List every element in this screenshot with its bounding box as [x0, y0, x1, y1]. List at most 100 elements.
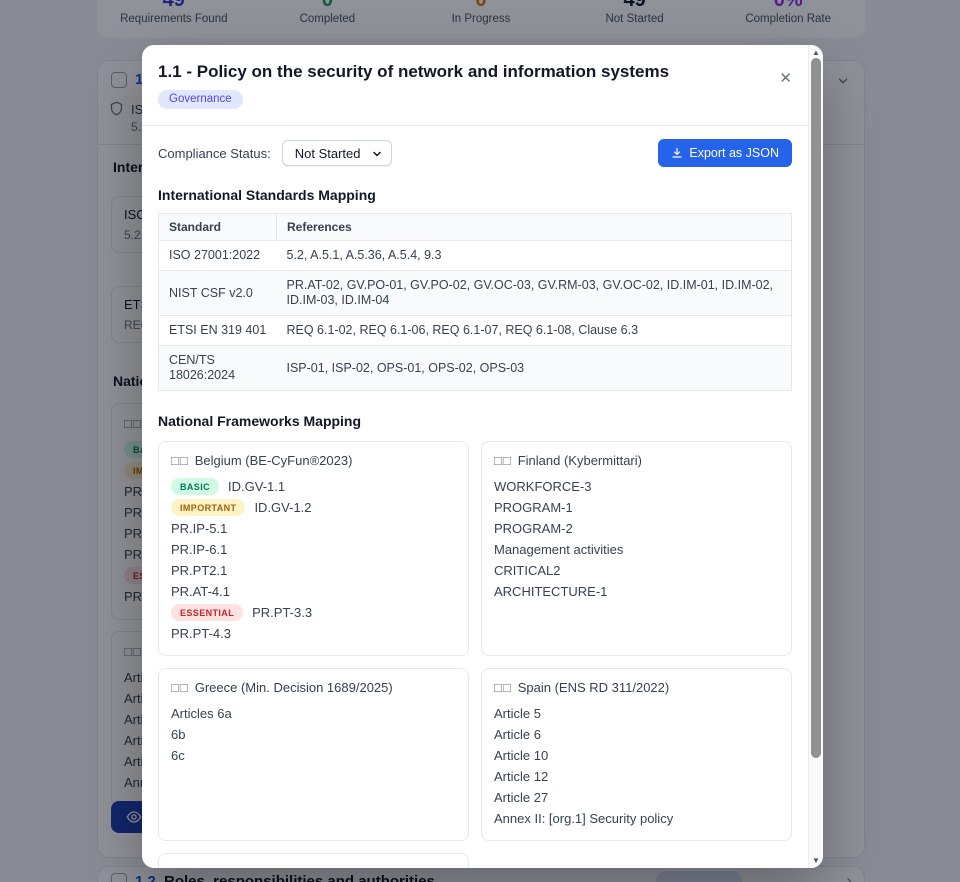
- compliance-status-value: Not Started: [295, 146, 361, 161]
- framework-card-france: □□ France: [158, 853, 469, 868]
- cell-references: 5.2, A.5.1, A.5.36, A.5.4, 9.3: [277, 241, 792, 271]
- framework-title: □□ Spain (ENS RD 311/2022): [494, 680, 779, 695]
- framework-ref: PROGRAM-1: [494, 500, 573, 515]
- framework-ref: PROGRAM-2: [494, 521, 573, 536]
- framework-title: □□ Belgium (BE-CyFun®2023): [171, 453, 456, 468]
- cell-standard: CEN/TS 18026:2024: [159, 346, 277, 391]
- france-flag-icon: □□: [171, 865, 189, 868]
- framework-country: France: [195, 865, 235, 868]
- finland-flag-icon: □□: [494, 453, 512, 468]
- framework-item: PR.PT-4.3: [171, 623, 456, 644]
- framework-item: Article 10: [494, 745, 779, 766]
- framework-item: 6b: [171, 724, 456, 745]
- standards-mapping-heading: International Standards Mapping: [158, 187, 792, 203]
- framework-ref: PR.IP-6.1: [171, 542, 227, 557]
- cell-standard: NIST CSF v2.0: [159, 271, 277, 316]
- table-row: CEN/TS 18026:2024 ISP-01, ISP-02, OPS-01…: [159, 346, 792, 391]
- framework-ref: 6c: [171, 748, 185, 763]
- framework-item: PR.AT-4.1: [171, 581, 456, 602]
- framework-item: Article 27: [494, 787, 779, 808]
- framework-ref: PR.AT-4.1: [171, 584, 230, 599]
- framework-item: CRITICAL2: [494, 560, 779, 581]
- framework-item: Article 6: [494, 724, 779, 745]
- frameworks-grid: □□ Belgium (BE-CyFun®2023) BASIC ID.GV-1.…: [158, 441, 792, 868]
- framework-item: WORKFORCE-3: [494, 476, 779, 497]
- framework-item: Annex II: [org.1] Security policy: [494, 808, 779, 829]
- col-header-references: References: [277, 214, 792, 241]
- framework-item: ARCHITECTURE-1: [494, 581, 779, 602]
- table-row: ISO 27001:2022 5.2, A.5.1, A.5.36, A.5.4…: [159, 241, 792, 271]
- framework-item: ESSENTIALPR.PT-3.3: [171, 602, 456, 623]
- modal-scrollbar[interactable]: ▲ ▼: [808, 45, 823, 868]
- framework-ref: ARCHITECTURE-1: [494, 584, 607, 599]
- framework-item: Articles 6a: [171, 703, 456, 724]
- greece-flag-icon: □□: [171, 680, 189, 695]
- framework-ref: Article 6: [494, 727, 541, 742]
- framework-ref: ID.GV-1.2: [254, 500, 311, 515]
- framework-ref: CRITICAL2: [494, 563, 560, 578]
- standards-table: Standard References ISO 27001:2022 5.2, …: [158, 213, 792, 391]
- framework-ref: Article 12: [494, 769, 548, 784]
- compliance-status-select[interactable]: Not Started: [282, 140, 392, 166]
- cell-references: PR.AT-02, GV.PO-01, GV.PO-02, GV.OC-03, …: [277, 271, 792, 316]
- framework-ref: 6b: [171, 727, 185, 742]
- framework-title: □□ Greece (Min. Decision 1689/2025): [171, 680, 456, 695]
- framework-country: Finland (Kybermittari): [518, 453, 642, 468]
- tier-badge-basic: BASIC: [171, 478, 219, 495]
- framework-country: Belgium (BE-CyFun®2023): [195, 453, 353, 468]
- framework-ref: Articles 6a: [171, 706, 232, 721]
- framework-ref: PR.IP-5.1: [171, 521, 227, 536]
- framework-card-finland: □□ Finland (Kybermittari) WORKFORCE-3 PR…: [481, 441, 792, 656]
- col-header-standard: Standard: [159, 214, 277, 241]
- frameworks-mapping-heading: National Frameworks Mapping: [158, 413, 792, 429]
- modal-header: 1.1 - Policy on the security of network …: [142, 45, 823, 126]
- framework-title: □□ Finland (Kybermittari): [494, 453, 779, 468]
- framework-ref: ID.GV-1.1: [228, 479, 285, 494]
- framework-item: PR.PT2.1: [171, 560, 456, 581]
- framework-card-spain: □□ Spain (ENS RD 311/2022) Article 5 Art…: [481, 668, 792, 841]
- tier-badge-important: IMPORTANT: [171, 499, 245, 516]
- framework-item: PR.IP-6.1: [171, 539, 456, 560]
- belgium-flag-icon: □□: [171, 453, 189, 468]
- framework-item: PROGRAM-1: [494, 497, 779, 518]
- cell-references: ISP-01, ISP-02, OPS-01, OPS-02, OPS-03: [277, 346, 792, 391]
- export-json-button[interactable]: Export as JSON: [658, 139, 792, 167]
- framework-card-greece: □□ Greece (Min. Decision 1689/2025) Arti…: [158, 668, 469, 841]
- export-json-label: Export as JSON: [689, 146, 779, 160]
- table-row: NIST CSF v2.0 PR.AT-02, GV.PO-01, GV.PO-…: [159, 271, 792, 316]
- scroll-up-icon[interactable]: ▲: [809, 48, 823, 57]
- framework-item: Management activities: [494, 539, 779, 560]
- framework-ref: Management activities: [494, 542, 623, 557]
- modal-title: 1.1 - Policy on the security of network …: [158, 62, 767, 82]
- framework-ref: Annex II: [org.1] Security policy: [494, 811, 673, 826]
- close-icon[interactable]: ✕: [779, 71, 792, 86]
- cell-standard: ETSI EN 319 401: [159, 316, 277, 346]
- framework-ref: Article 27: [494, 790, 548, 805]
- framework-country: Spain (ENS RD 311/2022): [518, 680, 670, 695]
- framework-item: BASIC ID.GV-1.1: [171, 476, 456, 497]
- governance-badge: Governance: [158, 90, 243, 109]
- scroll-down-icon[interactable]: ▼: [809, 856, 823, 865]
- framework-ref: Article 5: [494, 706, 541, 721]
- framework-ref: Article 10: [494, 748, 548, 763]
- framework-ref: PR.PT2.1: [171, 563, 227, 578]
- requirement-detail-modal: 1.1 - Policy on the security of network …: [142, 45, 823, 868]
- compliance-status-label: Compliance Status:: [158, 146, 271, 161]
- cell-references: REQ 6.1-02, REQ 6.1-06, REQ 6.1-07, REQ …: [277, 316, 792, 346]
- compliance-status-row: Compliance Status: Not Started Export as…: [158, 139, 792, 167]
- framework-item: PROGRAM-2: [494, 518, 779, 539]
- chevron-down-icon: [371, 148, 383, 160]
- framework-item: Article 12: [494, 766, 779, 787]
- framework-card-belgium: □□ Belgium (BE-CyFun®2023) BASIC ID.GV-1.…: [158, 441, 469, 656]
- modal-body: Compliance Status: Not Started Export as…: [142, 126, 823, 868]
- framework-item: 6c: [171, 745, 456, 766]
- cell-standard: ISO 27001:2022: [159, 241, 277, 271]
- framework-item: PR.IP-5.1: [171, 518, 456, 539]
- framework-country: Greece (Min. Decision 1689/2025): [195, 680, 393, 695]
- table-row: ETSI EN 319 401 REQ 6.1-02, REQ 6.1-06, …: [159, 316, 792, 346]
- spain-flag-icon: □□: [494, 680, 512, 695]
- scrollbar-thumb[interactable]: [811, 58, 821, 758]
- tier-badge-essential: ESSENTIAL: [171, 604, 243, 621]
- framework-title: □□ France: [171, 865, 456, 868]
- framework-ref: WORKFORCE-3: [494, 479, 592, 494]
